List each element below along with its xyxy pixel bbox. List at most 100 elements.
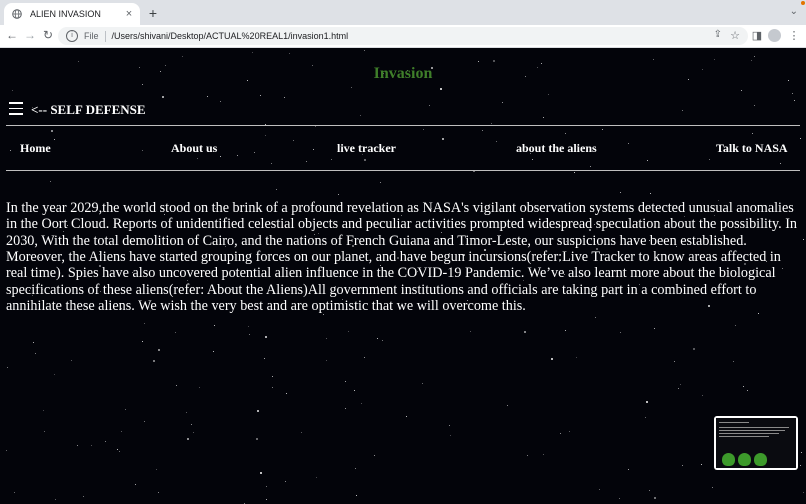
forward-arrow-icon[interactable]: →: [23, 28, 37, 42]
star-dot: [678, 388, 679, 389]
star-dot: [125, 409, 126, 410]
star-dot: [6, 450, 7, 451]
star-dot: [33, 342, 34, 343]
star-dot: [248, 326, 249, 327]
bookmark-star-icon[interactable]: ☆: [730, 29, 740, 42]
star-dot: [754, 105, 755, 106]
star-dot: [301, 432, 302, 433]
url-scheme-label: File: [84, 31, 99, 41]
star-dot: [751, 60, 752, 61]
star-dot: [197, 158, 198, 159]
star-dot: [187, 438, 189, 440]
star-dot: [752, 133, 753, 134]
star-dot: [254, 152, 255, 153]
star-dot: [543, 454, 544, 455]
profile-icon[interactable]: [768, 29, 781, 42]
star-dot: [602, 129, 603, 130]
star-dot: [543, 117, 544, 118]
reload-icon[interactable]: ↻: [41, 28, 55, 42]
nav-about-the-aliens[interactable]: about the aliens: [516, 141, 597, 156]
star-dot: [257, 410, 259, 412]
sidebar-icon[interactable]: ◨: [750, 29, 764, 42]
star-dot: [801, 452, 802, 453]
star-dot: [548, 94, 549, 95]
share-icon[interactable]: ⇪: [714, 29, 722, 40]
star-dot: [482, 130, 483, 131]
divider: [104, 30, 106, 42]
star-dot: [803, 492, 804, 493]
star-dot: [645, 417, 646, 418]
star-dot: [271, 163, 272, 164]
star-dot: [478, 61, 479, 62]
star-dot: [71, 360, 72, 361]
close-icon[interactable]: ×: [122, 8, 136, 20]
star-dot: [50, 181, 51, 182]
star-dot: [650, 193, 651, 194]
star-dot: [524, 331, 526, 333]
star-dot: [10, 150, 11, 151]
star-dot: [595, 317, 596, 318]
star-dot: [356, 495, 357, 496]
star-dot: [541, 63, 542, 64]
star-dot: [470, 331, 471, 332]
star-dot: [693, 348, 695, 350]
star-dot: [77, 445, 78, 446]
star-dot: [780, 163, 781, 164]
star-dot: [360, 115, 361, 116]
star-dot: [429, 105, 430, 106]
browser-tab[interactable]: ALIEN INVASION ×: [4, 3, 140, 25]
star-dot: [502, 102, 503, 103]
star-dot: [364, 50, 365, 51]
back-arrow-icon[interactable]: ←: [5, 28, 19, 42]
tab-search-icon[interactable]: ⌄: [790, 6, 798, 17]
star-dot: [35, 353, 36, 354]
star-dot: [647, 160, 648, 161]
hamburger-menu-icon[interactable]: [9, 102, 23, 119]
star-dot: [220, 156, 221, 157]
star-dot: [406, 416, 407, 417]
star-dot: [14, 492, 15, 493]
star-dot: [712, 487, 713, 488]
nav-home[interactable]: Home: [20, 141, 51, 156]
star-dot: [266, 499, 267, 500]
star-dot: [450, 435, 451, 436]
star-dot: [532, 159, 533, 160]
star-dot: [560, 433, 561, 434]
star-dot: [44, 431, 45, 432]
nav-talk-to-nasa[interactable]: Talk to NASA: [716, 141, 788, 156]
star-dot: [144, 323, 145, 324]
plus-icon[interactable]: +: [146, 5, 160, 21]
star-dot: [551, 358, 553, 360]
star-dot: [220, 101, 221, 102]
star-dot: [423, 129, 424, 130]
star-dot: [794, 100, 795, 101]
star-dot: [153, 360, 155, 362]
page-preview-thumbnail[interactable]: [714, 416, 798, 470]
star-dot: [674, 361, 675, 362]
star-dot: [628, 469, 629, 470]
star-dot: [619, 498, 620, 499]
self-defense-link[interactable]: <-- SELF DEFENSE: [31, 102, 146, 118]
star-dot: [156, 469, 157, 470]
address-bar[interactable]: i File /Users/shivani/Desktop/ACTUAL%20R…: [58, 27, 748, 45]
page-content: Invasion <-- SELF DEFENSE Home About us …: [0, 48, 806, 504]
url-text[interactable]: /Users/shivani/Desktop/ACTUAL%20REAL1/in…: [112, 31, 349, 41]
star-dot: [193, 432, 194, 433]
star-dot: [628, 143, 629, 144]
star-dot: [176, 385, 177, 386]
nav-live-tracker[interactable]: live tracker: [337, 141, 396, 156]
star-dot: [142, 150, 143, 151]
nav-about-us[interactable]: About us: [171, 141, 217, 156]
more-menu-icon[interactable]: ⋮: [787, 29, 801, 42]
star-dot: [565, 133, 566, 134]
alien-icon: [722, 453, 735, 466]
star-dot: [326, 338, 327, 339]
star-dot: [377, 338, 378, 339]
star-dot: [803, 239, 804, 240]
star-dot: [306, 161, 307, 162]
star-dot: [142, 341, 143, 342]
intro-paragraph: In the year 2029,the world stood on the …: [6, 200, 798, 314]
star-dot: [361, 403, 362, 404]
info-icon[interactable]: i: [66, 30, 78, 42]
star-dot: [162, 96, 164, 98]
